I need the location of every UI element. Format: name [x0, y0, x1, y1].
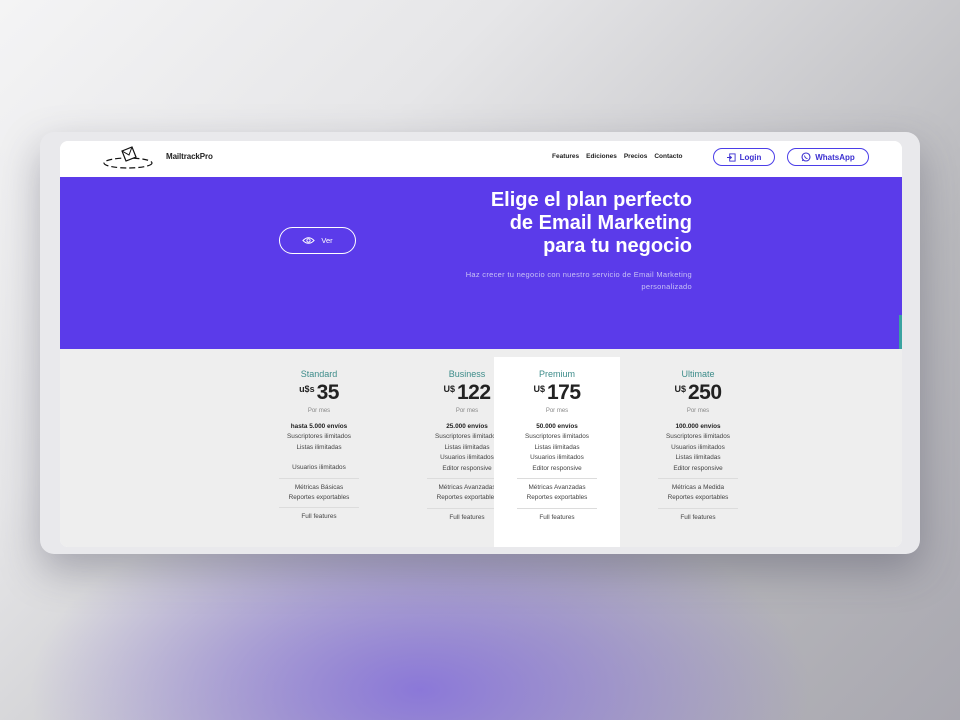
feature-reports: Reportes exportables	[667, 494, 729, 502]
hero-title: Elige el plan perfecto de Email Marketin…	[392, 189, 692, 258]
feature-metrics: Métricas a Medida	[671, 484, 725, 492]
plan-currency: U$	[674, 384, 686, 394]
nav-item-features[interactable]: Features	[552, 153, 579, 160]
plan-period: Por mes	[307, 408, 331, 414]
feature-sends: 50.000 envíos	[536, 423, 578, 430]
plan-price: U$ 250	[635, 381, 761, 405]
feature-users: Usuarios ilimitados	[292, 464, 346, 472]
plan-currency: U$	[533, 384, 545, 394]
feature-reports: Reportes exportables	[526, 494, 588, 502]
plan-amount: 122	[456, 381, 491, 404]
feature-users: Usuarios ilimitados	[530, 454, 584, 462]
feature-users: Usuarios ilimitados	[671, 443, 725, 451]
whatsapp-button[interactable]: WhatsApp	[787, 148, 869, 166]
plan-card-premium: Premium U$ 175 Por mes 50.000 envíos Sus…	[494, 357, 620, 547]
feature-subscribers: Suscriptores ilimitados	[287, 433, 351, 441]
plan-amount: 35	[316, 381, 340, 404]
nav-item-precios[interactable]: Precios	[624, 153, 648, 160]
feature-editor: Editor responsive	[532, 464, 582, 472]
plan-name: Standard	[300, 369, 338, 379]
hero-title-line: Elige el plan perfecto	[490, 189, 692, 211]
view-button-label: Ver	[321, 236, 333, 245]
plan-currency: U$	[443, 384, 455, 394]
feature-lists: Listas ilimitadas	[296, 443, 342, 451]
divider	[517, 478, 597, 480]
plan-name: Ultimate	[681, 369, 715, 379]
whatsapp-icon	[801, 152, 811, 162]
feature-metrics: Métricas Avanzadas	[528, 484, 586, 492]
feature-lists: Listas ilimitadas	[675, 454, 721, 462]
divider	[658, 507, 738, 509]
login-icon	[726, 152, 736, 162]
plan-price: U$ 175	[494, 381, 620, 405]
envelope-logo-icon[interactable]	[102, 145, 154, 171]
feature-reports: Reportes exportables	[288, 494, 350, 502]
plan-currency: u$s	[299, 384, 315, 394]
hero-title-line: para tu negocio	[543, 235, 692, 257]
divider	[517, 507, 597, 509]
feature-full: Full features	[301, 513, 337, 521]
feature-full: Full features	[539, 513, 575, 521]
plan-card-standard: Standard u$s 35 Por mes hasta 5.000 enví…	[256, 349, 382, 547]
divider	[279, 507, 359, 509]
feature-subscribers: Suscriptores ilimitados	[525, 433, 589, 441]
plan-name: Premium	[538, 369, 575, 379]
plan-period: Por mes	[686, 408, 710, 414]
feature-lists: Listas ilimitadas	[534, 443, 580, 451]
nav-menu: Features Ediciones Precios Contacto	[552, 153, 683, 160]
brand-name[interactable]: MailtrackPro	[166, 152, 213, 161]
view-button[interactable]: Ver	[279, 227, 356, 254]
login-label: Login	[739, 152, 762, 162]
plan-features: 100.000 envíos Suscriptores ilimitados U…	[635, 422, 761, 523]
nav-item-contacto[interactable]: Contacto	[654, 153, 682, 160]
plan-amount: 175	[546, 381, 581, 404]
plan-amount: 250	[687, 381, 722, 404]
hero-subtitle: Haz crecer tu negocio con nuestro servic…	[392, 269, 692, 293]
feature-sends: 100.000 envíos	[675, 423, 721, 430]
plan-features: hasta 5.000 envíos Suscriptores ilimitad…	[256, 422, 382, 523]
divider	[279, 477, 359, 479]
nav-item-ediciones[interactable]: Ediciones	[586, 153, 617, 160]
hero-title-line: de Email Marketing	[509, 212, 692, 234]
feature-subscribers: Suscriptores ilimitados	[666, 433, 730, 441]
login-button[interactable]: Login	[713, 148, 775, 166]
plan-period: Por mes	[545, 408, 569, 414]
hero-banner: Ver Elige el plan perfecto de Email Mark…	[60, 177, 902, 363]
eye-icon	[302, 237, 316, 244]
plan-price: u$s 35	[256, 381, 382, 405]
top-navbar: MailtrackPro Features Ediciones Precios …	[60, 141, 902, 177]
hero-subtitle-line: Haz crecer tu negocio con nuestro servic…	[465, 270, 692, 279]
plan-features: 50.000 envíos Suscriptores ilimitados Li…	[494, 422, 620, 523]
feature-editor: Editor responsive	[673, 464, 723, 472]
plan-card-ultimate: Ultimate U$ 250 Por mes 100.000 envíos S…	[635, 349, 761, 547]
feature-metrics: Métricas Básicas	[294, 483, 344, 491]
whatsapp-label: WhatsApp	[815, 152, 855, 162]
feature-sends: hasta 5.000 envíos	[290, 423, 348, 430]
website-screen: MailtrackPro Features Ediciones Precios …	[60, 141, 902, 547]
pricing-section: Standard u$s 35 Por mes hasta 5.000 enví…	[60, 349, 902, 547]
feature-full: Full features	[680, 513, 716, 521]
hero-subtitle-line: personalizado	[641, 282, 692, 291]
divider	[658, 478, 738, 480]
